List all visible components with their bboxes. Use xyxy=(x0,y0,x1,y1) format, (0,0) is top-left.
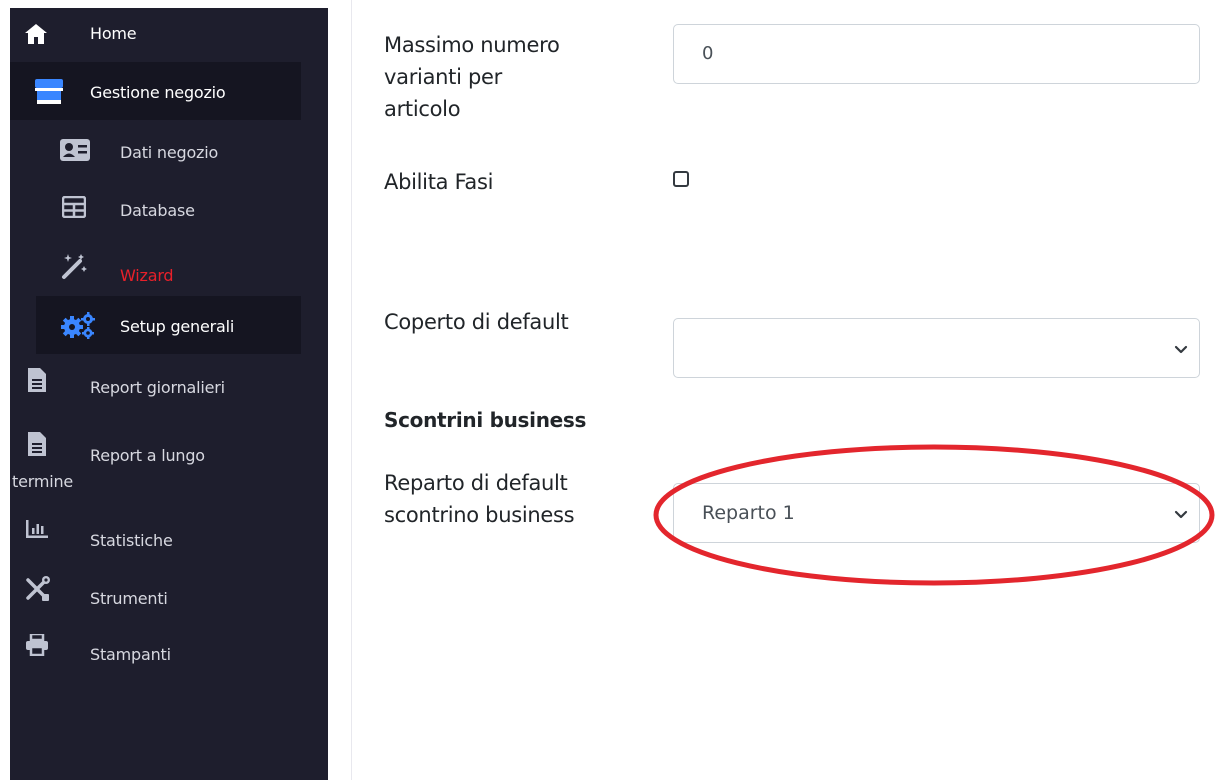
sidebar-item-database[interactable]: Database xyxy=(10,180,328,238)
abilita-fasi-checkbox[interactable] xyxy=(673,171,689,187)
printer-icon xyxy=(26,634,48,656)
sidebar: Home Gestione negozio Dati negozio Datab… xyxy=(10,8,328,780)
magic-wand-icon xyxy=(62,254,87,279)
sidebar-item-dati-negozio[interactable]: Dati negozio xyxy=(10,122,328,180)
tools-icon xyxy=(26,576,50,601)
table-icon xyxy=(62,196,86,218)
id-card-icon xyxy=(60,139,90,161)
home-icon xyxy=(25,24,47,44)
store-icon xyxy=(35,79,63,104)
sidebar-item-home[interactable]: Home xyxy=(10,8,328,66)
gears-icon xyxy=(61,312,95,339)
sidebar-item-report-lungo-termine[interactable]: Report a lungo termine xyxy=(10,416,328,491)
reparto-default-label-line2: scontrino business xyxy=(384,503,575,527)
page: Home Gestione negozio Dati negozio Datab… xyxy=(0,0,1219,780)
max-variants-value: 0 xyxy=(702,43,714,64)
sidebar-item-label: Gestione negozio xyxy=(90,83,226,102)
sidebar-item-label: Report a lungo xyxy=(90,446,205,465)
sidebar-item-label: Dati negozio xyxy=(120,143,219,162)
sidebar-item-setup-generali[interactable]: Setup generali xyxy=(36,296,301,354)
section-title-scontrini-business: Scontrini business xyxy=(384,408,587,432)
max-variants-label-line1: Massimo numero xyxy=(384,33,560,57)
file-icon xyxy=(28,368,46,392)
chevron-down-icon xyxy=(1174,510,1188,519)
sidebar-gutter xyxy=(328,0,352,780)
sidebar-item-label: Wizard xyxy=(120,266,174,285)
max-variants-label-line2: varianti per xyxy=(384,65,502,89)
reparto-default-select[interactable]: Reparto 1 xyxy=(673,483,1200,543)
sidebar-item-label: Home xyxy=(90,24,137,43)
sidebar-item-gestione-negozio[interactable]: Gestione negozio xyxy=(10,62,301,120)
sidebar-item-strumenti[interactable]: Strumenti xyxy=(10,560,328,618)
reparto-default-label: Reparto di default scontrino business xyxy=(384,467,575,531)
reparto-default-label-line1: Reparto di default xyxy=(384,471,568,495)
sidebar-item-label: Stampanti xyxy=(90,645,171,664)
chart-icon xyxy=(26,520,48,538)
sidebar-item-wizard[interactable]: Wizard xyxy=(10,238,328,296)
max-variants-label-line3: articolo xyxy=(384,97,461,121)
reparto-default-value: Reparto 1 xyxy=(702,502,795,524)
sidebar-item-label: Statistiche xyxy=(90,531,173,550)
coperto-default-label: Coperto di default xyxy=(384,310,569,334)
chevron-down-icon xyxy=(1174,345,1188,354)
sidebar-item-label-line2: termine xyxy=(12,472,74,491)
coperto-default-select[interactable] xyxy=(673,318,1200,378)
sidebar-item-label: Report giornalieri xyxy=(90,378,225,397)
max-variants-input[interactable]: 0 xyxy=(673,24,1200,84)
max-variants-label: Massimo numero varianti per articolo xyxy=(384,29,560,125)
sidebar-item-stampanti[interactable]: Stampanti xyxy=(10,618,328,676)
file-icon xyxy=(28,432,46,456)
sidebar-item-report-giornalieri[interactable]: Report giornalieri xyxy=(10,358,328,416)
sidebar-item-label: Setup generali xyxy=(120,317,235,336)
settings-form: Massimo numero varianti per articolo 0 A… xyxy=(352,0,1219,780)
abilita-fasi-label: Abilita Fasi xyxy=(384,170,494,194)
sidebar-item-label: Database xyxy=(120,201,195,220)
sidebar-item-label: Strumenti xyxy=(90,589,168,608)
sidebar-item-statistiche[interactable]: Statistiche xyxy=(10,502,328,560)
